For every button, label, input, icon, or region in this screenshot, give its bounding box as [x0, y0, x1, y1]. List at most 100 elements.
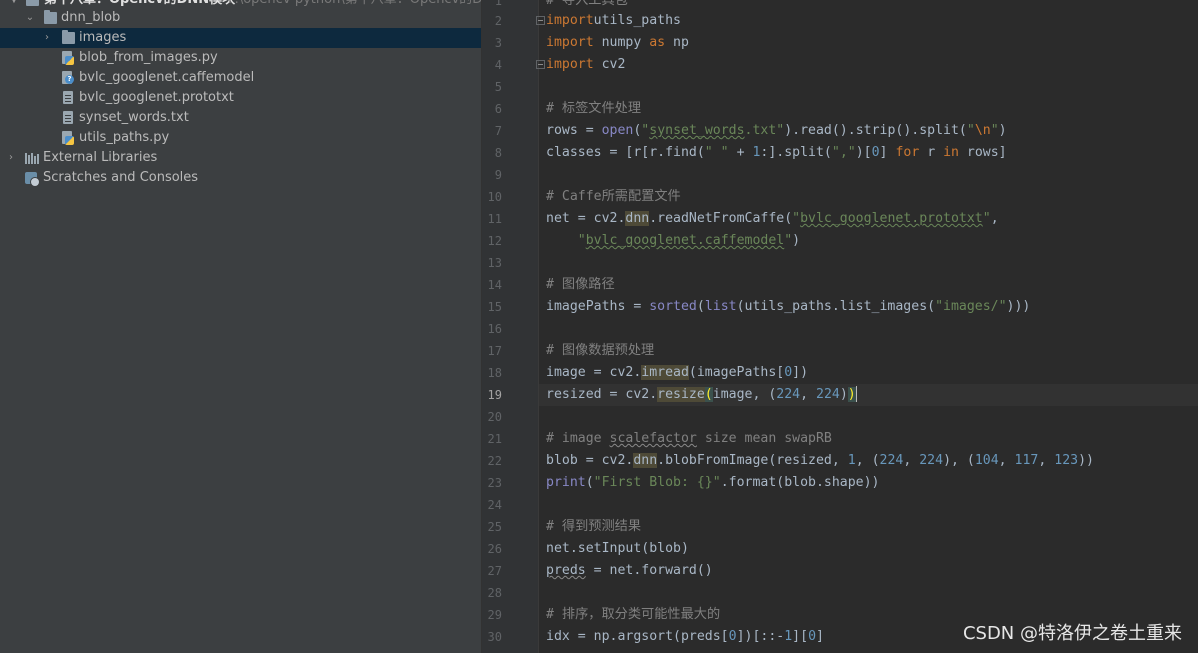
- code-token: in: [943, 145, 959, 160]
- code-token: 117: [1014, 453, 1039, 468]
- code-token: list: [704, 299, 737, 314]
- code-token: # 排序，取分类可能性最大的: [546, 607, 721, 622]
- code-token: ": [982, 211, 991, 226]
- tree-item-file[interactable]: utils_paths.py: [0, 128, 481, 148]
- code-token: imread: [641, 365, 689, 380]
- folder-icon: [62, 30, 75, 44]
- code-token: 0: [728, 629, 737, 644]
- tree-item-external-libraries[interactable]: › External Libraries: [0, 148, 481, 168]
- tree-item-label: synset_words.txt: [79, 110, 189, 125]
- python-file-icon: [62, 51, 74, 65]
- code-line[interactable]: print("First Blob: {}".format(blob.shape…: [546, 472, 880, 494]
- code-line[interactable]: # image scalefactor size mean swapRB: [546, 428, 832, 450]
- tree-item-images[interactable]: › images: [0, 28, 481, 48]
- line-number: 29: [487, 608, 502, 622]
- code-token: ]): [792, 365, 809, 380]
- tree-item-file[interactable]: ? bvlc_googlenet.caffemodel: [0, 68, 481, 88]
- code-token: # 图像数据预处理: [546, 343, 655, 358]
- watermark: CSDN @特洛伊之卷土重来: [962, 623, 1182, 644]
- fold-marker-icon[interactable]: [536, 16, 545, 25]
- tree-item-file[interactable]: synset_words.txt: [0, 108, 481, 128]
- code-token: "First Blob: {}": [593, 475, 721, 490]
- code-token: .format(blob.shape)): [720, 475, 880, 490]
- line-number: 26: [487, 542, 502, 556]
- code-token: 0: [808, 629, 817, 644]
- tree-item-file[interactable]: bvlc_googlenet.prototxt: [0, 88, 481, 108]
- code-token: rows]: [958, 145, 1007, 160]
- chevron-down-icon[interactable]: ⌄: [24, 8, 36, 28]
- code-token: )[: [855, 145, 872, 160]
- chevron-right-icon[interactable]: ›: [41, 28, 53, 48]
- code-line[interactable]: import numpy as np: [546, 32, 689, 54]
- library-icon: [25, 152, 39, 164]
- code-token: = net.forward(): [585, 563, 713, 578]
- code-token: 224: [879, 453, 904, 468]
- code-token: synset_words: [649, 123, 745, 138]
- code-token: for: [895, 145, 920, 160]
- code-token: ": [990, 123, 999, 138]
- line-number: 17: [487, 344, 502, 358]
- code-line[interactable]: importutils_paths: [546, 10, 681, 32]
- line-number: 25: [487, 520, 502, 534]
- tree-item-label: bvlc_googlenet.caffemodel: [79, 70, 255, 85]
- code-line[interactable]: import cv2: [546, 54, 625, 76]
- code-token: # image: [546, 431, 610, 446]
- code-line[interactable]: net.setInput(blob): [546, 538, 689, 560]
- code-token: utils_paths: [593, 13, 681, 28]
- code-token: scalefactor: [609, 431, 697, 446]
- line-number: 13: [487, 256, 502, 270]
- tree-item-label: Scratches and Consoles: [43, 170, 199, 185]
- code-token: bvlc_googlenet.caffemodel: [585, 233, 785, 248]
- code-token: blob = cv2.: [546, 453, 634, 468]
- code-token: \n: [974, 123, 991, 138]
- code-token: dnn: [633, 453, 658, 468]
- code-token: "images/": [935, 299, 1007, 314]
- code-token: ": [577, 233, 586, 248]
- code-line[interactable]: "bvlc_googlenet.caffemodel"): [546, 230, 800, 252]
- code-token: (: [585, 475, 594, 490]
- code-token: ": [966, 123, 975, 138]
- tree-item-file[interactable]: blob_from_images.py: [0, 48, 481, 68]
- code-token: ): [998, 123, 1007, 138]
- code-line[interactable]: net = cv2.dnn.readNetFromCaffe("bvlc_goo…: [546, 208, 999, 230]
- code-token: ): [847, 387, 856, 402]
- code-line[interactable]: # 排序，取分类可能性最大的: [546, 604, 720, 626]
- code-token: import: [546, 13, 594, 28]
- code-token: import: [546, 35, 594, 50]
- line-number: 21: [487, 432, 502, 446]
- fold-marker-icon[interactable]: [536, 60, 545, 69]
- code-line[interactable]: blob = cv2.dnn.blobFromImage(resized, 1,…: [546, 450, 1094, 472]
- code-line[interactable]: idx = np.argsort(preds[0])[::-1][0]: [546, 626, 824, 648]
- code-line[interactable]: classes = [r[r.find(" " + 1:].split(",")…: [546, 142, 1007, 164]
- code-line[interactable]: # Caffe所需配置文件: [546, 186, 681, 208]
- code-line[interactable]: preds = net.forward(): [546, 560, 713, 582]
- code-token: ,: [998, 453, 1015, 468]
- code-line[interactable]: rows = open("synset_words.txt").read().s…: [546, 120, 1007, 142]
- code-token: open: [601, 123, 634, 138]
- code-token: dnn: [625, 211, 650, 226]
- code-token: resize: [657, 387, 705, 402]
- code-line[interactable]: image = cv2.imread(imagePaths[0]): [546, 362, 808, 384]
- code-line[interactable]: # 图像路径: [546, 274, 615, 296]
- code-token: ))): [1006, 299, 1031, 314]
- tree-item-dnn-blob[interactable]: ⌄ dnn_blob: [0, 8, 481, 28]
- unknown-file-icon: ?: [62, 71, 74, 84]
- code-token: image = cv2.: [546, 365, 642, 380]
- code-token: net.setInput(blob): [546, 541, 689, 556]
- line-number: 23: [487, 476, 502, 490]
- code-token: 104: [974, 453, 999, 468]
- code-token: )): [1078, 453, 1094, 468]
- tree-item-label: blob_from_images.py: [79, 50, 218, 65]
- tree-item-scratches[interactable]: Scratches and Consoles: [0, 168, 481, 188]
- line-number: 3: [494, 36, 502, 50]
- code-line[interactable]: # 标签文件处理: [546, 98, 641, 120]
- code-line[interactable]: # 图像数据预处理: [546, 340, 654, 362]
- chevron-right-icon[interactable]: ›: [5, 148, 17, 168]
- code-line[interactable]: # 得到预测结果: [546, 516, 641, 538]
- code-line[interactable]: imagePaths = sorted(list(utils_paths.lis…: [546, 296, 1030, 318]
- code-token: r: [919, 145, 944, 160]
- code-line[interactable]: resized = cv2.resize(image, (224, 224)): [546, 384, 857, 406]
- line-number: 22: [487, 454, 502, 468]
- code-token: ,: [903, 453, 920, 468]
